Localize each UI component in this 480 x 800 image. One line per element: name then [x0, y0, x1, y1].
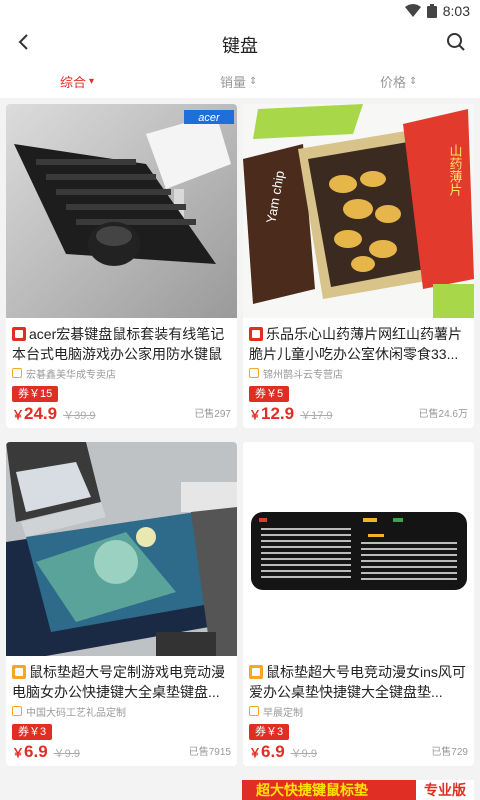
wifi-icon	[404, 4, 421, 18]
peek-tag: 专业版	[416, 780, 474, 800]
coupon-badge: 券￥3	[12, 724, 53, 740]
price: ￥6.9	[249, 742, 285, 762]
sort-updown-icon: ⇕	[249, 76, 258, 87]
original-price: ￥39.9	[63, 410, 96, 422]
price-value: 6.9	[261, 742, 285, 761]
tmall-badge-icon	[249, 327, 263, 341]
product-title-text: 鼠标垫超大号定制游戏电竞动漫电脑女办公快捷键大全桌垫键盘...	[12, 664, 225, 700]
product-image[interactable]: acer	[6, 104, 237, 318]
search-icon	[446, 32, 466, 57]
product-title: 鼠标垫超大号电竞动漫女ins风可爱办公桌垫快捷键大全键盘垫...	[243, 656, 474, 702]
shop-icon	[249, 368, 259, 378]
price-value: 6.9	[24, 742, 48, 761]
brand-logo: acer	[198, 112, 221, 124]
pack-text-right: 山药薄片	[448, 144, 463, 196]
status-bar: 8:03	[0, 0, 480, 24]
sort-tab-label: 价格	[380, 75, 407, 90]
shop-name-text: 宏碁鑫美华成专卖店	[26, 369, 116, 381]
shop-name[interactable]: 锦州鹊斗云专营店	[243, 364, 474, 382]
sold-count: 已售729	[431, 747, 468, 758]
sort-tab-comprehensive[interactable]: 综合 ▾	[60, 72, 94, 91]
product-card[interactable]: 鼠标垫超大号定制游戏电竞动漫电脑女办公快捷键大全桌垫键盘... 中国大码工艺礼品…	[6, 442, 237, 766]
sold-count: 已售24.6万	[418, 409, 468, 420]
tmall-badge-icon	[249, 665, 263, 679]
coupon-badge: 券￥3	[249, 724, 290, 740]
shop-icon	[12, 368, 22, 378]
product-image[interactable]: Yam chip 山药薄片	[243, 104, 474, 318]
product-image[interactable]	[243, 442, 474, 656]
search-button[interactable]	[442, 30, 470, 58]
shop-name[interactable]: 早晨定制	[243, 702, 474, 720]
price: ￥6.9	[12, 742, 48, 762]
product-card[interactable]: acer acer宏碁键盘鼠标套装有线笔记本台式电脑游戏办公家用防水键鼠 宏碁鑫…	[6, 104, 237, 428]
battery-icon	[426, 4, 437, 18]
original-price: ￥17.9	[300, 410, 333, 422]
sort-tab-price[interactable]: 价格 ⇕	[380, 72, 417, 91]
product-image[interactable]	[6, 442, 237, 656]
sold-count: 已售297	[194, 409, 231, 420]
sort-tab-label: 综合	[60, 75, 87, 90]
shop-icon	[249, 706, 259, 716]
tmall-badge-icon	[12, 665, 26, 679]
status-time: 8:03	[442, 3, 470, 19]
currency-symbol: ￥	[12, 746, 25, 760]
sort-tab-sales[interactable]: 销量 ⇕	[220, 72, 257, 91]
product-title: 乐品乐心山药薄片网红山药薯片脆片儿童小吃办公室休闲零食33...	[243, 318, 474, 364]
price-row: ￥6.9 ￥9.9 已售7915	[6, 740, 237, 766]
price-row: ￥12.9 ￥17.9 已售24.6万	[243, 402, 474, 428]
price: ￥24.9	[12, 404, 57, 424]
shop-icon	[12, 706, 22, 716]
shop-name[interactable]: 宏碁鑫美华成专卖店	[6, 364, 237, 382]
original-price: ￥9.9	[53, 748, 80, 760]
price-value: 12.9	[261, 404, 295, 423]
coupon-badge: 券￥15	[12, 386, 59, 402]
coupon-badge: 券￥5	[249, 386, 290, 402]
tmall-badge-icon	[12, 327, 26, 341]
product-card[interactable]: Yam chip 山药薄片 乐品乐心山药薄片网红山药薯片脆片儿童小吃办公室休闲零…	[243, 104, 474, 428]
shop-name-text: 锦州鹊斗云专营店	[263, 369, 343, 381]
app-header: 键盘	[0, 24, 480, 64]
sort-tab-label: 销量	[220, 75, 247, 90]
status-right: 8:03	[404, 3, 470, 19]
shop-name[interactable]: 中国大码工艺礼品定制	[6, 702, 237, 720]
currency-symbol: ￥	[12, 408, 25, 422]
sort-bar: 综合 ▾ 销量 ⇕ 价格 ⇕	[0, 64, 480, 98]
product-title: acer宏碁键盘鼠标套装有线笔记本台式电脑游戏办公家用防水键鼠	[6, 318, 237, 364]
sold-count: 已售7915	[188, 747, 231, 758]
currency-symbol: ￥	[249, 746, 262, 760]
peek-text: 超大快捷键鼠标垫	[256, 782, 368, 798]
sort-updown-icon: ⇕	[409, 76, 418, 87]
chevron-down-icon: ▾	[89, 76, 95, 87]
price-row: ￥6.9 ￥9.9 已售729	[243, 740, 474, 766]
shop-name-text: 早晨定制	[263, 707, 303, 719]
price: ￥12.9	[249, 404, 294, 424]
product-title: 鼠标垫超大号定制游戏电竞动漫电脑女办公快捷键大全桌垫键盘...	[6, 656, 237, 702]
product-card[interactable]: 鼠标垫超大号电竞动漫女ins风可爱办公桌垫快捷键大全键盘垫... 早晨定制 券￥…	[243, 442, 474, 766]
shop-name-text: 中国大码工艺礼品定制	[26, 707, 126, 719]
page-title: 键盘	[222, 36, 258, 56]
next-product-peek[interactable]: 超大快捷键鼠标垫 专业版	[242, 780, 474, 800]
currency-symbol: ￥	[249, 408, 262, 422]
product-title-text: 乐品乐心山药薄片网红山药薯片脆片儿童小吃办公室休闲零食33...	[249, 326, 462, 362]
product-title-text: acer宏碁键盘鼠标套装有线笔记本台式电脑游戏办公家用防水键鼠	[12, 326, 225, 362]
price-row: ￥24.9 ￥39.9 已售297	[6, 402, 237, 428]
product-title-text: 鼠标垫超大号电竞动漫女ins风可爱办公桌垫快捷键大全键盘垫...	[249, 664, 466, 700]
original-price: ￥9.9	[290, 748, 317, 760]
price-value: 24.9	[24, 404, 58, 423]
